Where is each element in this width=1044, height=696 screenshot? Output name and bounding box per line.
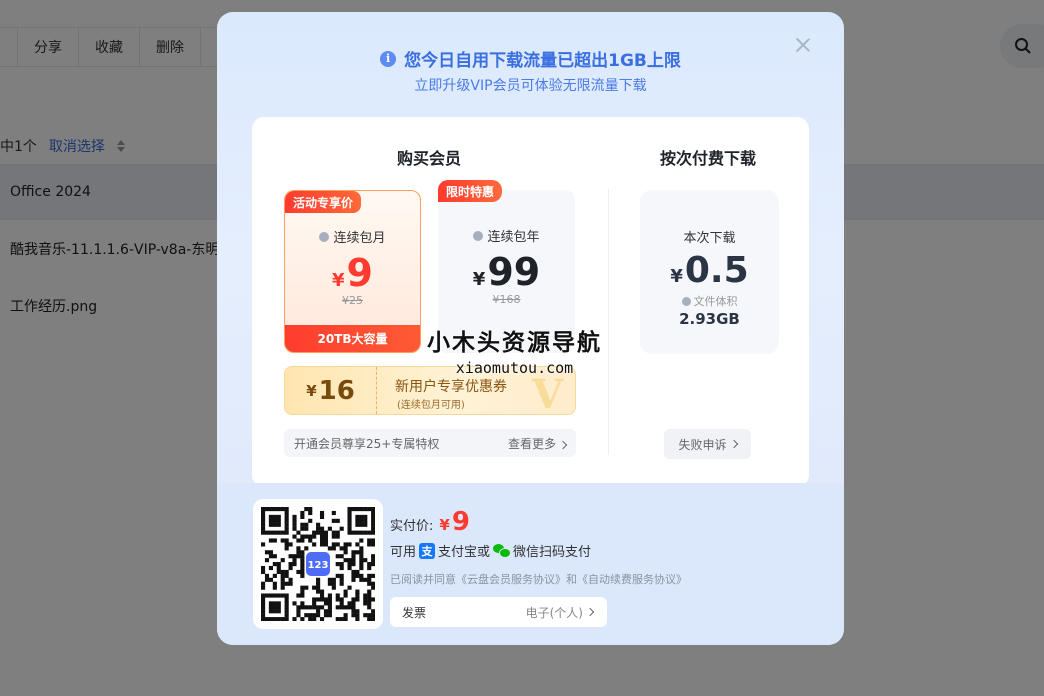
qr-code-icon: 123 — [261, 507, 375, 621]
watermark-title: 小木头资源导航 — [427, 330, 602, 356]
plan-price: ¥9 — [285, 251, 420, 295]
plan-name-text: 连续包月 — [333, 231, 386, 246]
invoice-value-text: 电子(个人) — [525, 605, 583, 620]
plan-monthly[interactable]: 活动专享价 连续包月 ¥9 ¥25 20TB大容量 — [284, 190, 421, 353]
currency-symbol: ¥ — [670, 266, 683, 287]
price-value: 99 — [487, 250, 541, 294]
plan-footer-badge: 20TB大容量 — [285, 325, 420, 352]
see-more-link[interactable]: 查看更多 — [507, 435, 568, 452]
see-more-label: 查看更多 — [507, 436, 556, 451]
coupon-subtitle: (连续包月可用) — [397, 400, 465, 411]
modal-title: i 您今日自用下载流量已超出1GB上限 — [217, 46, 844, 71]
checkout-panel: 123 实付价: ¥9 可用 支 支付宝或 微信扫码支付 已阅读并同意《云盘会员… — [217, 483, 844, 645]
original-price: ¥25 — [342, 294, 363, 307]
invoice-label: 发票 — [402, 605, 427, 620]
pay-once-name: 本次下载 — [683, 231, 736, 246]
pay-prefix: 可用 — [390, 545, 417, 560]
plan-tag: 活动专享价 — [285, 191, 362, 213]
chevron-right-icon — [585, 607, 595, 617]
payment-qr-code: 123 — [253, 499, 383, 629]
alipay-label: 支付宝或 — [438, 545, 491, 560]
agreement-text[interactable]: 已阅读并同意《云盘会员服务协议》和《自动续费服务协议》 — [390, 571, 687, 587]
price-label: 实付价: — [390, 519, 434, 534]
info-dot-icon — [681, 296, 691, 306]
appeal-label: 失败申诉 — [678, 437, 727, 452]
plan-name-text: 连续包年 — [487, 230, 540, 245]
invoice-selector[interactable]: 发票 电子(个人) — [390, 597, 607, 627]
modal-subtitle: 立即升级VIP会员可体验无限流量下载 — [414, 78, 647, 94]
currency-symbol: ¥ — [472, 269, 486, 290]
plan-tag: 限时特惠 — [438, 180, 503, 202]
plan-price: ¥99 — [438, 250, 575, 294]
wechat-label: 微信扫码支付 — [513, 545, 592, 560]
chevron-right-icon — [558, 440, 568, 449]
chevron-right-icon — [729, 439, 738, 449]
vip-v-icon: V — [531, 371, 563, 418]
plan-name: 连续包月 — [285, 227, 420, 246]
original-price: ¥168 — [492, 293, 521, 306]
appeal-button[interactable]: 失败申诉 — [664, 429, 751, 459]
price-value: 0.5 — [684, 250, 749, 291]
plan-name: 连续包年 — [438, 226, 575, 245]
qr-badge-text: 123 — [308, 560, 329, 571]
modal-title-text: 您今日自用下载流量已超出1GB上限 — [404, 51, 681, 71]
currency-symbol: ¥ — [439, 516, 450, 534]
pay-once-price: ¥0.5 — [640, 250, 779, 291]
file-size-label: 文件体积 — [640, 293, 779, 309]
site-watermark: 小木头资源导航 xiaomutou.com — [427, 323, 602, 377]
pay-once-title: 按次付费下载 — [660, 149, 757, 168]
invoice-value: 电子(个人) — [525, 604, 595, 621]
price-value: 9 — [451, 507, 470, 537]
info-dot-icon — [319, 231, 330, 242]
coupon-value: 16 — [318, 375, 355, 406]
coupon-amount: ¥16 — [285, 367, 377, 414]
price-value: 9 — [346, 251, 373, 295]
info-dot-icon — [473, 230, 484, 241]
payable-price: 实付价: ¥9 — [390, 507, 470, 537]
buy-membership-title: 购买会员 — [397, 149, 462, 168]
perks-bar[interactable]: 开通会员尊享25+专属特权 查看更多 — [284, 429, 576, 457]
file-size-label-text: 文件体积 — [693, 295, 738, 308]
watermark-url: xiaomutou.com — [455, 359, 574, 377]
section-divider — [608, 189, 609, 455]
info-icon: i — [380, 50, 397, 67]
alipay-icon: 支 — [419, 542, 436, 559]
currency-symbol: ¥ — [306, 381, 317, 400]
coupon-title: 新用户专享优惠券 — [395, 379, 507, 395]
payment-methods: 可用 支 支付宝或 微信扫码支付 — [390, 541, 591, 560]
file-size-value: 2.93GB — [679, 310, 740, 328]
payable-amount: ¥9 — [439, 507, 470, 537]
pay-once-option[interactable]: 本次下载 ¥0.5 文件体积 2.93GB — [640, 190, 779, 354]
plans-card: 购买会员 按次付费下载 活动专享价 连续包月 ¥9 ¥25 20TB大容量 限时… — [252, 117, 809, 487]
currency-symbol: ¥ — [332, 270, 345, 291]
wechat-icon — [493, 543, 512, 558]
perks-text: 开通会员尊享25+专属特权 — [294, 436, 440, 451]
